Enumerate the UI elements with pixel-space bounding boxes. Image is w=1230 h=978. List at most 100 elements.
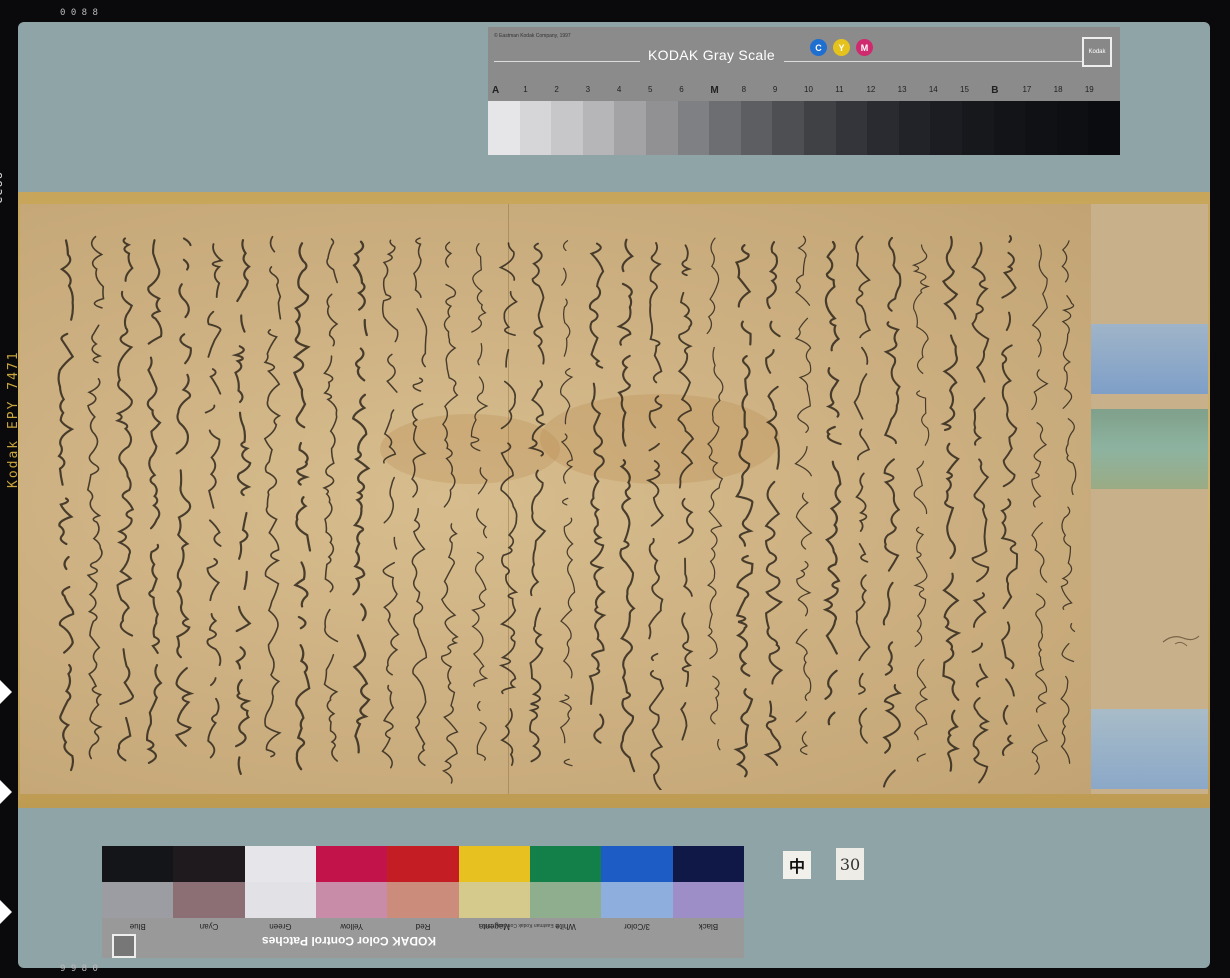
text-column	[588, 242, 607, 744]
text-column	[59, 240, 74, 788]
green-band	[1091, 409, 1208, 489]
text-column	[471, 244, 487, 776]
color-patch	[173, 846, 245, 882]
text-column	[263, 235, 282, 758]
gray-scale-rule	[494, 61, 640, 62]
text-column	[204, 243, 224, 759]
color-patch-label: Green	[269, 922, 292, 931]
gray-patch	[1088, 101, 1120, 155]
figure-sketch-icon	[1162, 635, 1200, 647]
gray-scale-step-label: 12	[866, 85, 876, 94]
kodak-logo-icon: Kodak	[1082, 37, 1112, 67]
gray-scale-step-label: 4	[616, 85, 622, 94]
gray-scale-step-label: 19	[1084, 85, 1094, 94]
gray-patch	[1025, 101, 1057, 155]
color-patch	[102, 846, 174, 882]
color-chart-title: KODAK Color Control Patches	[262, 934, 437, 948]
color-patch-label: Black	[698, 922, 719, 931]
gray-patch	[803, 101, 836, 155]
gray-scale-step-label: 13	[897, 85, 907, 94]
handscroll	[18, 192, 1210, 808]
blue-cloud-band	[1091, 324, 1208, 394]
frame-code-bottom: 9 9 8 0	[60, 964, 98, 974]
gray-patch	[898, 101, 931, 155]
text-column	[118, 238, 133, 773]
color-patch-label: Yellow	[340, 922, 364, 931]
gray-patch	[614, 101, 646, 155]
text-column	[794, 235, 813, 756]
gray-scale-step-label: 18	[1053, 85, 1063, 94]
gray-scale-rule	[784, 61, 1084, 62]
film-edge-code: 8832	[0, 172, 4, 205]
text-column	[707, 238, 723, 767]
text-column	[940, 235, 962, 772]
color-patch	[316, 846, 388, 882]
text-column	[411, 237, 428, 767]
text-column	[616, 238, 636, 773]
cym-dots: C Y M	[810, 39, 873, 56]
gray-patch	[867, 101, 899, 155]
text-column	[145, 239, 163, 764]
text-column	[1060, 240, 1077, 764]
page-number-tag: 30	[836, 848, 864, 880]
color-patch	[102, 882, 174, 918]
cursive-text-columns	[44, 230, 1077, 790]
white-pointer-icon	[0, 900, 12, 924]
gray-scale-step-label: 1	[523, 85, 528, 94]
text-column	[645, 241, 665, 790]
photo-frame: 0 0 8 8 Kodak EPY 7471 8832 © Eastman Ko…	[0, 0, 1230, 978]
gray-patch	[709, 101, 741, 155]
color-patches-grid	[102, 846, 744, 918]
color-patch	[672, 846, 744, 882]
text-column	[914, 245, 929, 773]
color-patch	[387, 846, 459, 882]
text-column	[322, 238, 339, 762]
text-column	[292, 242, 312, 771]
gray-patch	[519, 101, 552, 155]
cyan-dot: C	[810, 39, 827, 56]
text-column	[763, 241, 784, 766]
color-patch	[601, 882, 673, 918]
text-column	[236, 240, 251, 786]
painted-section	[1091, 204, 1208, 794]
blue-water-band	[1091, 709, 1208, 789]
gray-patch	[961, 101, 994, 155]
gray-scale-step-label: 8	[741, 85, 747, 94]
text-column	[970, 241, 991, 784]
gray-scale-step-label: 15	[960, 85, 969, 94]
gray-scale-step-label: 14	[928, 85, 938, 94]
text-column	[86, 235, 105, 760]
calligraphy-paper	[20, 204, 1091, 794]
color-patch	[530, 882, 602, 918]
color-patch	[387, 882, 459, 918]
white-pointer-icon	[0, 680, 12, 704]
gray-patch	[1056, 101, 1089, 155]
kodak-logo-icon	[112, 934, 136, 958]
yellow-dot: Y	[833, 39, 850, 56]
gray-scale-step-label: M	[710, 85, 719, 96]
gray-scale-step-label: B	[991, 85, 999, 96]
color-patch	[244, 882, 316, 918]
kodak-gray-scale: © Eastman Kodak Company, 1997 KODAK Gray…	[488, 27, 1120, 155]
gray-scale-step-label: 11	[835, 85, 844, 94]
gray-patch	[488, 101, 520, 155]
color-patch	[601, 846, 673, 882]
gray-scale-copyright: © Eastman Kodak Company, 1997	[494, 33, 571, 39]
gray-patch	[551, 101, 583, 155]
gray-scale-title: KODAK Gray Scale	[648, 47, 775, 63]
gray-scale-step-label: 9	[772, 85, 778, 94]
color-patch	[458, 846, 530, 882]
frame-code-top: 0 0 8 8	[60, 8, 98, 18]
text-column	[527, 242, 547, 763]
text-column	[440, 241, 459, 784]
text-column	[826, 242, 841, 741]
color-patch	[672, 882, 744, 918]
gray-scale-step-label: A	[492, 85, 500, 96]
gray-patch	[740, 101, 773, 155]
color-chart-copyright: © Eastman Kodak Company, 1997	[482, 922, 559, 928]
text-column	[177, 239, 191, 763]
kodak-color-control-patches: Black 3/Color White Magenta Red Yellow Green Cy…	[102, 846, 744, 958]
gray-scale-step-label: 3	[585, 85, 591, 94]
gray-patch	[582, 101, 615, 155]
color-patch-label: Blue	[129, 922, 146, 931]
